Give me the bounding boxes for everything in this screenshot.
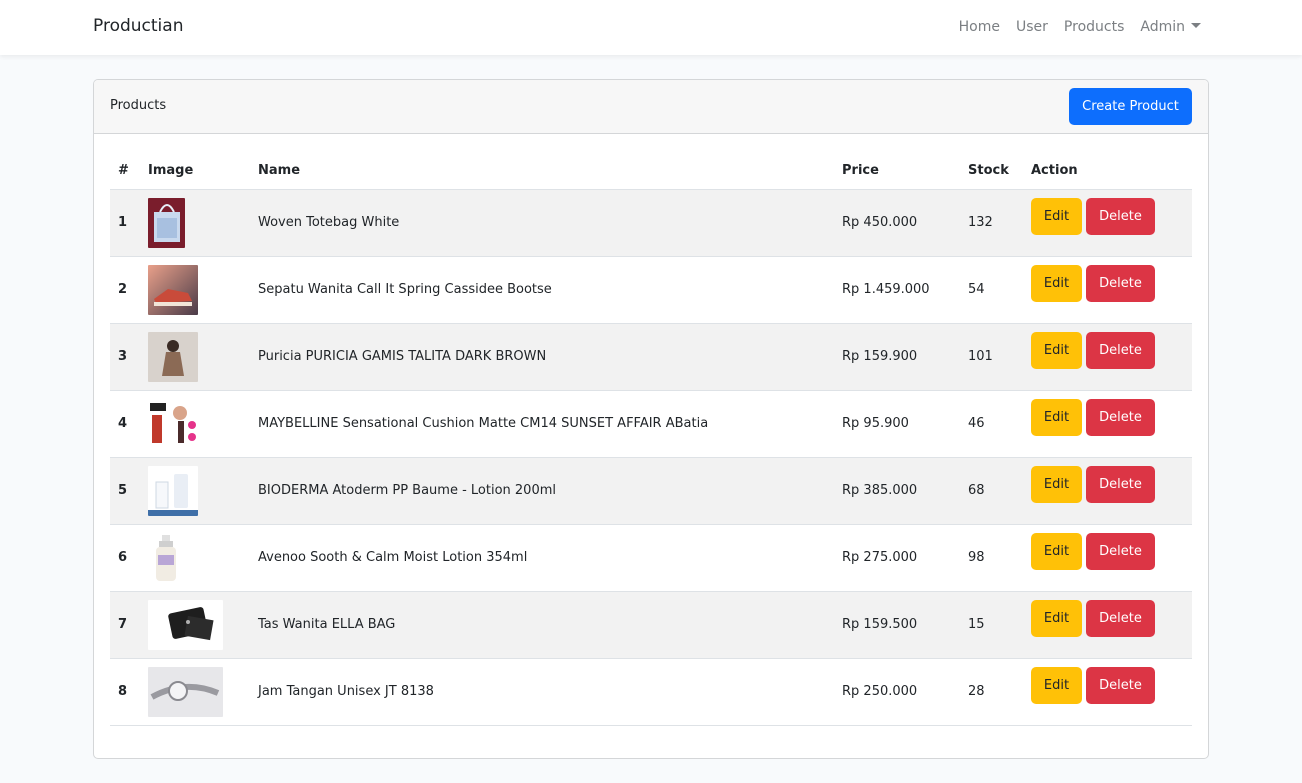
- row-number: 6: [118, 550, 128, 565]
- table-row: 1 Woven Totebag White Rp 450.000 132 Edit Del…: [110, 190, 1192, 257]
- edit-button[interactable]: Edit: [1031, 466, 1082, 503]
- row-number: 8: [118, 684, 128, 699]
- product-price: Rp 1.459.000: [842, 282, 930, 297]
- product-stock: 68: [968, 483, 985, 498]
- delete-button[interactable]: Delete: [1086, 332, 1155, 369]
- product-price: Rp 275.000: [842, 550, 918, 565]
- row-number: 7: [118, 617, 128, 632]
- edit-button[interactable]: Edit: [1031, 399, 1082, 436]
- navbar: Productian Home User Products Admin: [0, 0, 1302, 55]
- edit-button[interactable]: Edit: [1031, 533, 1082, 570]
- product-image: [148, 466, 198, 516]
- table-row: 7 Tas Wanita ELLA BAG Rp 159.500 15 Edit Dele…: [110, 592, 1192, 659]
- delete-button[interactable]: Delete: [1086, 600, 1155, 637]
- product-price: Rp 250.000: [842, 684, 918, 699]
- card-title: Products: [110, 98, 167, 113]
- product-price: Rp 385.000: [842, 483, 918, 498]
- product-stock: 132: [968, 215, 993, 230]
- table-row: 5 BIODERMA Atoderm PP Baume - Lotion 200m…: [110, 458, 1192, 525]
- product-name: BIODERMA Atoderm PP Baume - Lotion 200ml: [258, 483, 557, 498]
- product-stock: 54: [968, 282, 985, 297]
- header-number: #: [118, 163, 129, 178]
- product-price: Rp 450.000: [842, 215, 918, 230]
- navbar-brand[interactable]: Productian: [93, 16, 183, 36]
- edit-button[interactable]: Edit: [1031, 667, 1082, 704]
- product-image: [148, 667, 223, 717]
- product-name: Tas Wanita ELLA BAG: [258, 617, 396, 632]
- card-header: Products Create Product: [94, 80, 1208, 134]
- row-number: 1: [118, 215, 128, 230]
- table-row: 3 Puricia PURICIA GAMIS TALITA DARK BROWN…: [110, 324, 1192, 391]
- product-image: [148, 533, 185, 583]
- header-image: Image: [148, 163, 194, 178]
- row-number: 3: [118, 349, 128, 364]
- product-image: [148, 332, 198, 382]
- product-stock: 101: [968, 349, 993, 364]
- header-name: Name: [258, 163, 301, 178]
- row-number: 2: [118, 282, 128, 297]
- delete-button[interactable]: Delete: [1086, 466, 1155, 503]
- edit-button[interactable]: Edit: [1031, 332, 1082, 369]
- delete-button[interactable]: Delete: [1086, 265, 1155, 302]
- product-price: Rp 159.900: [842, 349, 918, 364]
- products-card: Products Create Product # Image Name Pri…: [93, 79, 1209, 759]
- nav-link-admin-dropdown[interactable]: Admin: [1140, 18, 1201, 36]
- header-stock: Stock: [968, 163, 1009, 178]
- product-image: [148, 399, 198, 449]
- product-name: Puricia PURICIA GAMIS TALITA DARK BROWN: [258, 349, 547, 364]
- delete-button[interactable]: Delete: [1086, 533, 1155, 570]
- delete-button[interactable]: Delete: [1086, 198, 1155, 235]
- row-number: 5: [118, 483, 128, 498]
- delete-button[interactable]: Delete: [1086, 399, 1155, 436]
- delete-button[interactable]: Delete: [1086, 667, 1155, 704]
- product-price: Rp 95.900: [842, 416, 909, 431]
- product-stock: 46: [968, 416, 985, 431]
- edit-button[interactable]: Edit: [1031, 600, 1082, 637]
- header-action: Action: [1031, 163, 1078, 178]
- row-number: 4: [118, 416, 128, 431]
- nav-links: Home User Products Admin: [959, 18, 1201, 36]
- nav-link-home[interactable]: Home: [959, 18, 1000, 36]
- products-table: # Image Name Price Stock Action 1 Woven T…: [110, 158, 1192, 726]
- product-stock: 98: [968, 550, 985, 565]
- header-price: Price: [842, 163, 879, 178]
- product-name: MAYBELLINE Sensational Cushion Matte CM1…: [258, 416, 709, 431]
- table-header: # Image Name Price Stock Action: [110, 158, 1192, 190]
- create-product-button[interactable]: Create Product: [1069, 88, 1192, 125]
- product-price: Rp 159.500: [842, 617, 918, 632]
- table-row: 2 Sepatu Wanita Call It Spring Cassidee B…: [110, 257, 1192, 324]
- product-stock: 15: [968, 617, 985, 632]
- product-name: Woven Totebag White: [258, 215, 400, 230]
- table-body: 1 Woven Totebag White Rp 450.000 132 Edit Del…: [110, 190, 1192, 726]
- table-row: 8 Jam Tangan Unisex JT 8138 Rp 250.000 28 Ed…: [110, 659, 1192, 726]
- product-name: Sepatu Wanita Call It Spring Cassidee Bo…: [258, 282, 552, 297]
- product-name: Jam Tangan Unisex JT 8138: [258, 684, 434, 699]
- product-name: Avenoo Sooth & Calm Moist Lotion 354ml: [258, 550, 528, 565]
- nav-link-user[interactable]: User: [1016, 18, 1048, 36]
- nav-link-admin-label: Admin: [1140, 19, 1185, 35]
- caret-down-icon: [1191, 23, 1201, 28]
- product-image: [148, 198, 185, 248]
- product-stock: 28: [968, 684, 985, 699]
- table-row: 4 MAYBELLINE Sensational Cushion Matte CM…: [110, 391, 1192, 458]
- product-image: [148, 265, 198, 315]
- edit-button[interactable]: Edit: [1031, 265, 1082, 302]
- nav-link-products[interactable]: Products: [1064, 18, 1124, 36]
- edit-button[interactable]: Edit: [1031, 198, 1082, 235]
- product-image: [148, 600, 223, 650]
- table-row: 6 Avenoo Sooth & Calm Moist Lotion 354ml R…: [110, 525, 1192, 592]
